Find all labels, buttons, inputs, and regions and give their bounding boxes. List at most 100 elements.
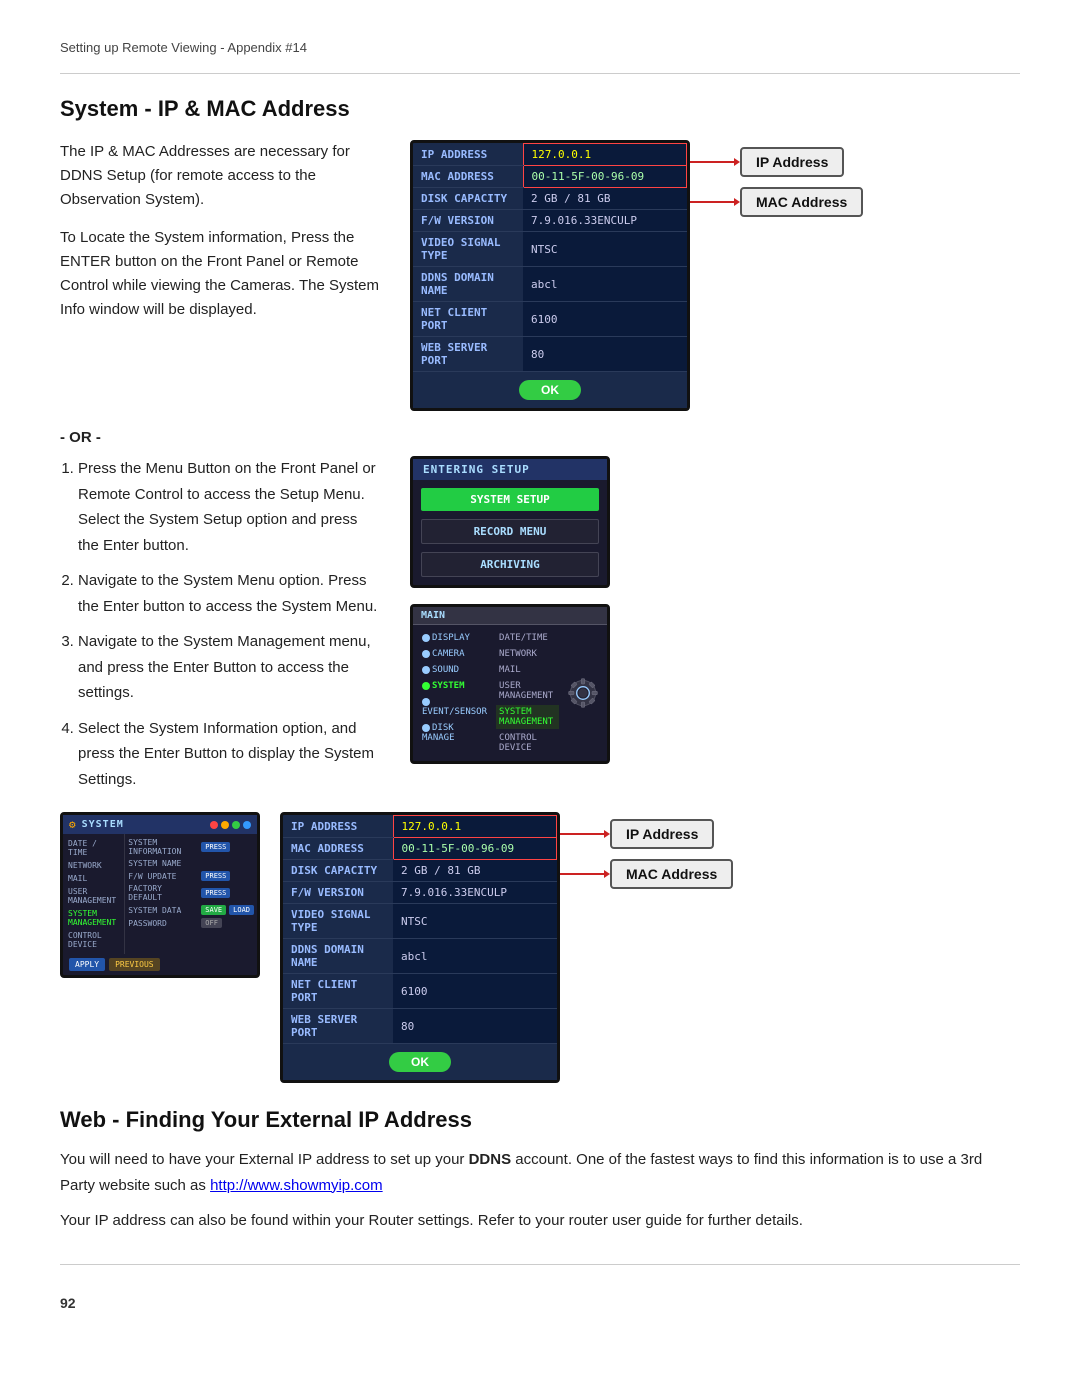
step-4: Select the System Information option, an… (78, 716, 380, 793)
section2-para1: You will need to have your External IP a… (60, 1147, 1020, 1198)
sysinfo-value-video: NTSC (523, 232, 687, 267)
sysinfo-bot-label-disk: DISK CAPACITY (283, 860, 393, 882)
sysinfo-bot-value-ip: 127.0.0.1 (393, 816, 557, 838)
sysinfo-bot-row-fw: F/W VERSION 7.9.016.33ENCULP (283, 882, 557, 904)
sysinfo-bot-row-net: NET CLIENT PORT 6100 (283, 974, 557, 1009)
ss-label-password: PASSWORD (128, 919, 198, 928)
mac-arrow-svg (690, 194, 740, 210)
section2: Web - Finding Your External IP Address Y… (60, 1107, 1020, 1234)
sysinfo-bot-value-disk: 2 GB / 81 GB (393, 860, 557, 882)
sysinfo-value-web: 80 (523, 337, 687, 372)
sysinfo-bot-label-video: VIDEO SIGNAL TYPE (283, 904, 393, 939)
callout-mac-label-bottom: MAC Address (610, 859, 733, 889)
sysinfo-bot-row-video: VIDEO SIGNAL TYPE NTSC (283, 904, 557, 939)
main-left-menu: DISPLAY CAMERA SOUND SYSTEM EVENT/SENSOR… (419, 631, 490, 755)
step-1: Press the Menu Button on the Front Panel… (78, 456, 380, 558)
ok-button-bottom[interactable]: OK (389, 1052, 451, 1072)
section2-para1-bold: DDNS (469, 1151, 512, 1168)
ok-button-top[interactable]: OK (519, 380, 581, 400)
bottom-divider (60, 1264, 1020, 1265)
bot-ip-arrow-row: IP Address (560, 819, 714, 849)
ok-btn-row-bottom: OK (283, 1044, 557, 1080)
sysinfo-screen-bottom: IP ADDRESS 127.0.0.1 MAC ADDRESS 00-11-5… (280, 812, 560, 1083)
bottom-screenshots: ⚙ SYSTEM DATE / TIME NETWORK MAIL USER M… (60, 812, 1020, 1083)
ss-btn-factory[interactable]: PRESS (201, 888, 230, 898)
disk-icon (422, 724, 430, 732)
ss-right-content: SYSTEM INFORMATION PRESS SYSTEM NAME F/W… (125, 834, 257, 954)
ss-label-factory: FACTORY DEFAULT (128, 884, 198, 902)
sys-settings-title: SYSTEM (82, 819, 124, 830)
main-item-disk: DISK MANAGE (419, 721, 490, 745)
ip-arrow-svg (690, 154, 740, 170)
dot-blue (243, 821, 251, 829)
main-item-system: SYSTEM (419, 679, 490, 693)
section1-title: System - IP & MAC Address (60, 96, 1020, 122)
main-item-event: EVENT/SENSOR (419, 695, 490, 719)
ss-btn-sysinfo[interactable]: PRESS (201, 842, 230, 852)
ss-btn-save[interactable]: SAVE (201, 905, 226, 915)
entering-setup-header: ENTERING SETUP (413, 459, 607, 480)
right-screens-col: ENTERING SETUP SYSTEM SETUP RECORD MENU … (410, 456, 1020, 802)
page-container: Setting up Remote Viewing - Appendix #14… (0, 0, 1080, 1397)
showmyip-link[interactable]: http://www.showmyip.com (210, 1177, 383, 1194)
menu-item-system-setup: SYSTEM SETUP (421, 488, 599, 511)
sound-icon (422, 666, 430, 674)
ss-btn-off[interactable]: OFF (201, 918, 222, 928)
step-2: Navigate to the System Menu option. Pres… (78, 568, 380, 619)
sysinfo-bot-row-mac: MAC ADDRESS 00-11-5F-00-96-09 (283, 838, 557, 860)
sysinfo-screen-top: IP ADDRESS 127.0.0.1 MAC ADDRESS 00-11-5… (410, 140, 690, 411)
ss-row-password: PASSWORD OFF (128, 918, 254, 928)
step-3: Navigate to the System Management menu, … (78, 629, 380, 706)
main-menu-body: DISPLAY CAMERA SOUND SYSTEM EVENT/SENSOR… (413, 625, 607, 761)
page-number: 92 (60, 1295, 1020, 1311)
sys-settings-body: DATE / TIME NETWORK MAIL USER MANAGEMENT… (63, 834, 257, 954)
gear-icon-container (565, 631, 601, 755)
section1-right-col: IP ADDRESS 127.0.0.1 MAC ADDRESS 00-11-5… (410, 140, 1020, 411)
sysinfo-row-fw: F/W VERSION 7.9.016.33ENCULP (413, 210, 687, 232)
sysinfo-bot-value-web: 80 (393, 1009, 557, 1044)
ss-btn-load[interactable]: LOAD (229, 905, 254, 915)
sysinfo-bot-value-ddns: abcl (393, 939, 557, 974)
main-item-camera: CAMERA (419, 647, 490, 661)
ss-footer-previous[interactable]: PREVIOUS (109, 958, 160, 971)
sysinfo-table-top: IP ADDRESS 127.0.0.1 MAC ADDRESS 00-11-5… (413, 143, 687, 372)
sysinfo-bot-value-fw: 7.9.016.33ENCULP (393, 882, 557, 904)
ss-footer: APPLY PREVIOUS (63, 954, 257, 975)
dot-red (210, 821, 218, 829)
ss-left-network: NETWORK (66, 860, 121, 871)
ss-row-sysdata: SYSTEM DATA SAVE LOAD (128, 905, 254, 915)
ss-label-sysname: SYSTEM NAME (128, 859, 198, 868)
sysinfo-bot-row-ip: IP ADDRESS 127.0.0.1 (283, 816, 557, 838)
menu-item-archiving: ARCHIVING (421, 552, 599, 577)
ss-label-fw: F/W UPDATE (128, 872, 198, 881)
arrows-top: IP Address MAC Address (690, 145, 863, 217)
sysinfo-value-net: 6100 (523, 302, 687, 337)
sysinfo-table-bottom: IP ADDRESS 127.0.0.1 MAC ADDRESS 00-11-5… (283, 815, 557, 1044)
bot-mac-arrow-row: MAC Address (560, 859, 733, 889)
section2-title: Web - Finding Your External IP Address (60, 1107, 1020, 1133)
section2-para1-start: You will need to have your External IP a… (60, 1151, 469, 1168)
sysinfo-value-mac: 00-11-5F-00-96-09 (523, 166, 687, 188)
ss-left-datetime: DATE / TIME (66, 838, 121, 858)
sysinfo-label-disk: DISK CAPACITY (413, 188, 523, 210)
callout-ip-label-top: IP Address (740, 147, 844, 177)
ss-label-sysinfo: SYSTEM INFORMATION (128, 838, 198, 856)
main-right-datetime: DATE/TIME (496, 631, 559, 645)
main-menu-screen: MAIN DISPLAY CAMERA SOUND SYSTEM EVENT/S… (410, 604, 610, 764)
page-header: Setting up Remote Viewing - Appendix #14 (60, 40, 1020, 55)
ss-footer-apply[interactable]: APPLY (69, 958, 105, 971)
sysinfo-row-mac: MAC ADDRESS 00-11-5F-00-96-09 (413, 166, 687, 188)
steps-and-screens: Press the Menu Button on the Front Panel… (60, 456, 1020, 802)
callout-ip-label-bottom: IP Address (610, 819, 714, 849)
sysinfo-bot-value-video: NTSC (393, 904, 557, 939)
ss-btn-fw[interactable]: PRESS (201, 871, 230, 881)
sysinfo-row-video: VIDEO SIGNAL TYPE NTSC (413, 232, 687, 267)
dot-green (232, 821, 240, 829)
entering-setup-items: SYSTEM SETUP RECORD MENU ARCHIVING (413, 480, 607, 585)
section1-content: The IP & MAC Addresses are necessary for… (60, 140, 1020, 411)
section2-para2: Your IP address can also be found within… (60, 1208, 1020, 1234)
main-right-system-mgmt: SYSTEM MANAGEMENT (496, 705, 559, 729)
sysinfo-value-ip: 127.0.0.1 (523, 144, 687, 166)
sysinfo-label-mac: MAC ADDRESS (413, 166, 523, 188)
main-right-menu: DATE/TIME NETWORK MAIL USER MANAGEMENT S… (496, 631, 559, 755)
